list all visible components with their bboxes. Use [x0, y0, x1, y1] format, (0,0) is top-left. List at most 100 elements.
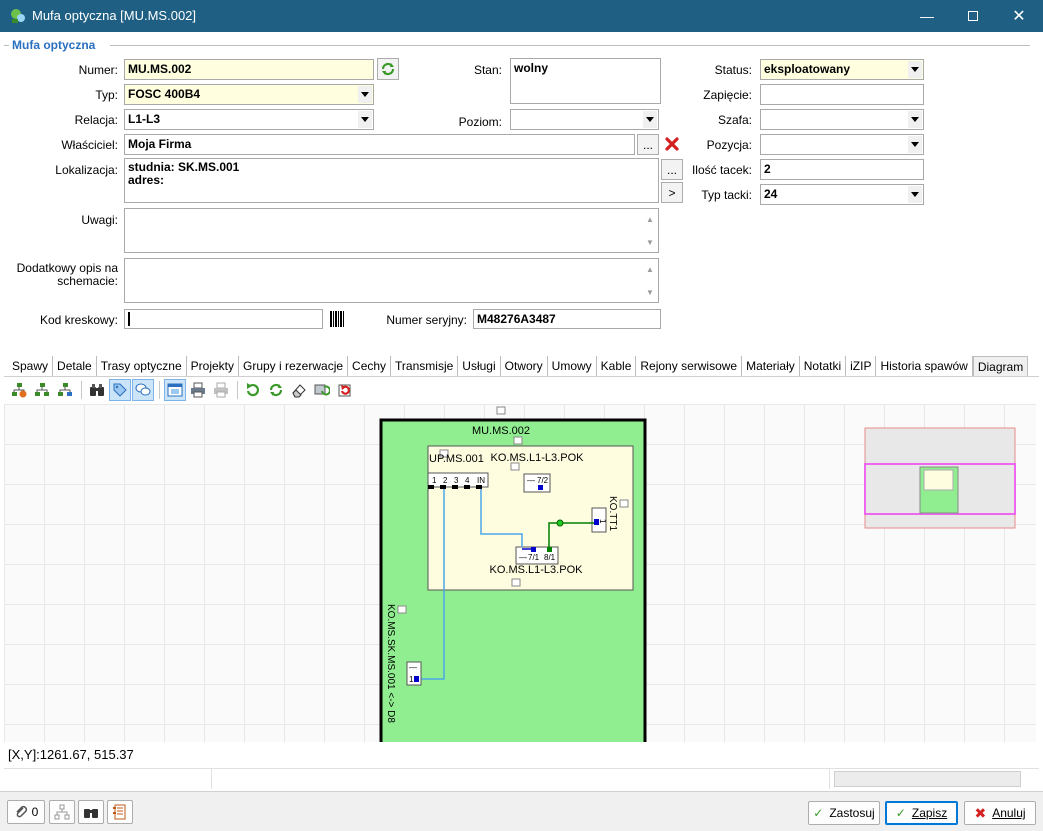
bottom-bar: 0 ✓ Zastosuj ✓ Zapisz ✖ Anuluj: [0, 791, 1043, 831]
scroll-down-icon[interactable]: ▼: [643, 233, 657, 251]
tab-materiały[interactable]: Materiały: [742, 356, 800, 376]
binoculars-icon: [90, 384, 104, 396]
link-node-button[interactable]: [54, 379, 76, 401]
tag-button[interactable]: [109, 379, 131, 401]
tree-link-icon: [58, 383, 72, 396]
add-node-button[interactable]: [8, 379, 30, 401]
search-button[interactable]: [78, 800, 104, 824]
refresh-button[interactable]: [377, 58, 399, 80]
scroll-down-icon[interactable]: ▼: [643, 283, 657, 301]
refresh-diagram-button[interactable]: [265, 379, 287, 401]
collapse-toggle[interactable]: [511, 578, 521, 587]
kod-field[interactable]: [124, 309, 323, 329]
chevron-down-icon: [358, 111, 372, 128]
eraser-button[interactable]: [288, 379, 310, 401]
eraser-icon: [292, 384, 306, 398]
tab-projekty[interactable]: Projekty: [187, 356, 239, 376]
apply-button[interactable]: ✓ Zastosuj: [808, 801, 880, 825]
port-label-2: 2: [443, 476, 448, 485]
fiber-port[interactable]: [547, 547, 552, 552]
zapiecie-field[interactable]: [760, 84, 924, 105]
chevron-down-icon: [908, 111, 922, 128]
comments-button[interactable]: [132, 379, 154, 401]
save-button[interactable]: ✓ Zapisz: [885, 801, 958, 825]
tab-historia-spawów[interactable]: Historia spawów: [876, 356, 973, 376]
tab-spawy[interactable]: Spawy: [8, 356, 54, 376]
numer-seryjny-field[interactable]: M48276A3487: [473, 309, 661, 329]
tree-icon: [35, 383, 49, 396]
refresh-icon: [269, 383, 283, 397]
collapse-toggle[interactable]: [513, 436, 523, 445]
apply-label: Zastosuj: [829, 806, 875, 820]
splice-point[interactable]: [556, 519, 564, 527]
reload-button[interactable]: [334, 379, 356, 401]
print-preview-button[interactable]: [210, 379, 232, 401]
typ-tacki-label: Typ tacki:: [701, 188, 752, 202]
scroll-up-icon[interactable]: ▲: [643, 260, 657, 278]
szafa-select[interactable]: [760, 109, 924, 130]
tab-umowy[interactable]: Umowy: [548, 356, 597, 376]
tab-detale[interactable]: Detale: [53, 356, 97, 376]
tab-transmisje[interactable]: Transmisje: [391, 356, 459, 376]
stan-field[interactable]: wolny: [510, 58, 661, 104]
tab-cechy[interactable]: Cechy: [348, 356, 392, 376]
numer-field[interactable]: MU.MS.002: [124, 59, 374, 80]
tab-grupy-i-rezerwacje[interactable]: Grupy i rezerwacje: [239, 356, 349, 376]
collapse-toggle[interactable]: [619, 499, 629, 508]
collapse-toggle[interactable]: [510, 462, 520, 471]
fiber-port[interactable]: [531, 547, 536, 552]
maximize-button[interactable]: [950, 0, 996, 32]
fiber-port[interactable]: [594, 519, 599, 525]
opis-field[interactable]: ▲ ▼: [124, 258, 659, 303]
typ-tacki-select[interactable]: 24: [760, 184, 924, 205]
tab-notatki[interactable]: Notatki: [800, 356, 847, 376]
add-subnode-button[interactable]: [31, 379, 53, 401]
lokalizacja-field[interactable]: studnia: SK.MS.001 adres:: [124, 158, 659, 203]
wlasciciel-field[interactable]: Moja Firma: [124, 134, 635, 155]
close-button[interactable]: ✕: [996, 0, 1042, 32]
pozycja-select[interactable]: [760, 134, 924, 155]
overview-button[interactable]: [164, 379, 186, 401]
print-button[interactable]: [187, 379, 209, 401]
typ-select[interactable]: FOSC 400B4: [124, 84, 374, 105]
find-button[interactable]: [86, 379, 108, 401]
layers-button[interactable]: [311, 379, 333, 401]
wlasciciel-browse-button[interactable]: ...: [637, 134, 659, 155]
tab-otwory[interactable]: Otwory: [501, 356, 548, 376]
toolbar-separator: [237, 381, 238, 399]
attachments-button[interactable]: 0: [7, 800, 45, 824]
fiber-port[interactable]: [414, 676, 419, 682]
ilosc-tacek-field[interactable]: 2: [760, 159, 924, 180]
tab-kable[interactable]: Kable: [597, 356, 637, 376]
notebook-icon: [113, 804, 126, 820]
fiber-port[interactable]: [538, 485, 543, 490]
rotate-button[interactable]: [242, 379, 264, 401]
scroll-up-icon[interactable]: ▲: [643, 210, 657, 228]
status-divider: [4, 768, 1039, 769]
uwagi-field[interactable]: ▲ ▼: [124, 208, 659, 253]
notes-button[interactable]: [107, 800, 133, 824]
tab-rejony-serwisowe[interactable]: Rejony serwisowe: [636, 356, 743, 376]
poziom-select[interactable]: [510, 109, 659, 130]
relacja-value: L1-L3: [128, 112, 161, 126]
attachments-count: 0: [31, 805, 39, 819]
hierarchy-button[interactable]: [49, 800, 75, 824]
diagram-canvas[interactable]: MU.MS.002 UP.MS.001 KO.MS.L1-L3.POK 1 2 …: [4, 404, 1036, 742]
lokalizacja-line2: adres:: [128, 173, 165, 187]
collapse-toggle[interactable]: [496, 406, 506, 415]
tab-izip[interactable]: iZIP: [846, 356, 877, 376]
diagram-svg[interactable]: MU.MS.002 UP.MS.001 KO.MS.L1-L3.POK 1 2 …: [4, 404, 1036, 742]
tab-diagram[interactable]: Diagram: [972, 356, 1029, 376]
status-select[interactable]: eksploatowany: [760, 59, 924, 80]
cancel-button[interactable]: ✖ Anuluj: [964, 801, 1036, 825]
maximize-icon: [968, 11, 978, 21]
close-icon: ✕: [1012, 8, 1026, 25]
status-divider: [211, 769, 212, 789]
collapse-toggle[interactable]: [397, 605, 407, 614]
tab-trasy-optyczne[interactable]: Trasy optyczne: [97, 356, 187, 376]
minimize-button[interactable]: —: [904, 0, 950, 32]
relacja-select[interactable]: L1-L3: [124, 109, 374, 130]
barcode-button[interactable]: [329, 309, 345, 329]
tab-usługi[interactable]: Usługi: [458, 356, 501, 376]
group-title: Mufa optyczna: [9, 38, 99, 52]
